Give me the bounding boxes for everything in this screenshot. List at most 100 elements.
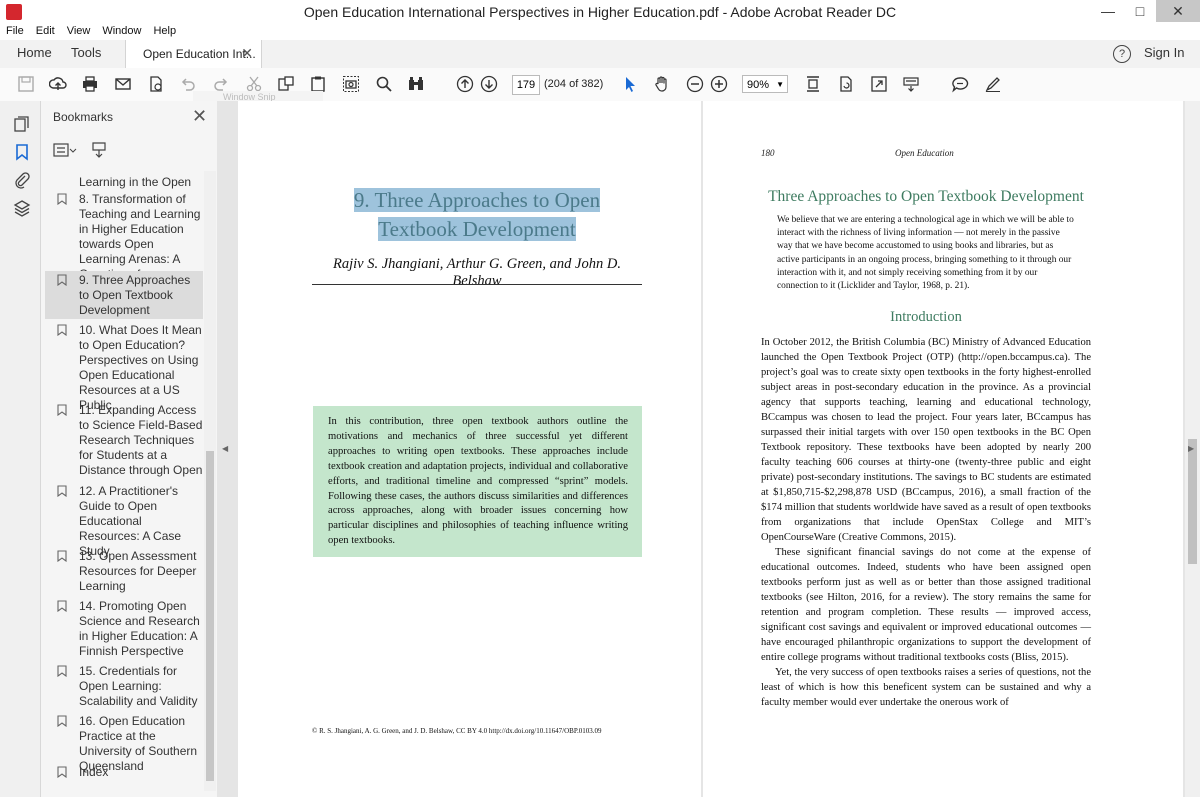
chapter-title-line2: Textbook Development	[378, 217, 576, 241]
minimize-icon[interactable]: —	[1092, 0, 1124, 22]
bookmark-flag-icon	[57, 665, 67, 677]
bookmark-item[interactable]: 11. Expanding Access to Science Field-Ba…	[45, 402, 203, 480]
scrollbar-thumb[interactable]	[206, 451, 214, 781]
snapshot-icon[interactable]	[341, 74, 361, 94]
highlight-pen-icon[interactable]	[983, 74, 1003, 94]
page-count: (204 of 382)	[544, 78, 604, 90]
bookmarks-title: Bookmarks	[53, 110, 114, 124]
close-window-icon[interactable]: ✕	[1156, 0, 1200, 22]
chevron-down-icon: ▼	[776, 80, 784, 89]
bookmark-label: Learning in the Open	[79, 175, 192, 189]
search-icon[interactable]	[374, 74, 394, 94]
bookmark-flag-icon	[57, 404, 67, 416]
chapter-title-line1: 9. Three Approaches to Open	[353, 188, 601, 212]
close-tab-icon[interactable]: ✕	[241, 45, 253, 62]
zoom-out-icon[interactable]	[685, 74, 705, 94]
page-number: 180	[761, 148, 775, 158]
hand-tool-icon[interactable]	[652, 74, 672, 94]
maximize-icon[interactable]: □	[1124, 0, 1156, 22]
menu-window[interactable]: Window	[96, 24, 147, 40]
page-number-input[interactable]: 179	[512, 75, 540, 95]
secure-doc-icon[interactable]	[146, 74, 166, 94]
rotate-icon[interactable]	[836, 74, 856, 94]
tab-document-label: Open Education Int...	[143, 47, 256, 61]
bookmark-item[interactable]: 14. Promoting Open Science and Research …	[45, 598, 203, 660]
collapse-left-icon[interactable]: ◀	[222, 444, 228, 453]
menu-help[interactable]: Help	[147, 24, 182, 40]
bookmark-flag-icon	[57, 485, 67, 497]
chapter-title: 9. Three Approaches to Open Textbook Dev…	[312, 186, 642, 244]
bookmark-flag-icon	[57, 324, 67, 336]
bookmark-label: 14. Promoting Open Science and Research …	[79, 599, 200, 658]
email-icon[interactable]	[113, 74, 133, 94]
previous-page-icon[interactable]	[455, 74, 475, 94]
expand-bookmark-icon[interactable]	[90, 141, 108, 159]
bookmarks-icon[interactable]	[13, 143, 31, 161]
bookmark-item[interactable]: Index	[45, 764, 203, 782]
full-screen-icon[interactable]	[869, 74, 889, 94]
epigraph-quote: We believe that we are entering a techno…	[777, 215, 1074, 292]
bookmark-item[interactable]: 15. Credentials for Open Learning: Scala…	[45, 663, 203, 711]
chapter-abstract: In this contribution, three open textboo…	[313, 406, 642, 557]
bookmark-flag-icon	[57, 715, 67, 727]
attachments-icon[interactable]	[13, 171, 31, 189]
title-bar: Open Education International Perspective…	[0, 0, 1200, 25]
scrollbar-thumb[interactable]	[1188, 439, 1197, 564]
find-binoculars-icon[interactable]	[406, 74, 426, 94]
page-thumbnails-icon[interactable]	[13, 115, 31, 133]
bookmarks-scrollbar[interactable]	[204, 171, 216, 791]
menu-view[interactable]: View	[61, 24, 97, 40]
keyboard-icon[interactable]	[901, 74, 921, 94]
navigation-rail	[0, 101, 41, 797]
sign-in-link[interactable]: Sign In	[1144, 45, 1184, 60]
bookmark-flag-icon	[57, 193, 67, 205]
title-divider	[312, 284, 642, 285]
bookmark-item[interactable]: 13. Open Assessment Resources for Deeper…	[45, 548, 203, 596]
close-panel-icon[interactable]: ✕	[192, 106, 207, 127]
select-cursor-icon[interactable]	[620, 74, 640, 94]
tab-home[interactable]: Home	[17, 45, 52, 60]
bookmark-label: 13. Open Assessment Resources for Deeper…	[79, 549, 197, 593]
bookmarks-panel: Bookmarks ✕ Learning in the Open 8. Tran…	[41, 101, 218, 797]
paragraph: In October 2012, the British Columbia (B…	[761, 337, 1091, 543]
menu-file[interactable]: File	[0, 24, 30, 40]
window-controls: — □ ✕	[1092, 0, 1200, 22]
paragraph: These significant financial savings do n…	[761, 547, 1091, 663]
cloud-upload-icon[interactable]	[48, 74, 68, 94]
bookmark-flag-icon	[57, 550, 67, 562]
bookmark-item[interactable]: 10. What Does It Mean to Open Education?…	[45, 322, 203, 412]
bookmark-label: Index	[79, 765, 109, 779]
bookmark-item-selected[interactable]: 9. Three Approaches to Open Textbook Dev…	[45, 271, 203, 319]
next-page-icon[interactable]	[479, 74, 499, 94]
bookmark-label: 10. What Does It Mean to Open Education?…	[79, 323, 202, 412]
print-icon[interactable]	[80, 74, 100, 94]
zoom-in-icon[interactable]	[709, 74, 729, 94]
body-text: In October 2012, the British Columbia (B…	[761, 335, 1091, 710]
comment-icon[interactable]	[950, 74, 970, 94]
menu-bar: File Edit View Window Help	[0, 24, 1200, 40]
help-icon[interactable]: ?	[1113, 45, 1131, 63]
tab-document[interactable]: Open Education Int... ✕	[125, 40, 262, 68]
zoom-select[interactable]: 90% ▼	[742, 75, 788, 93]
window-title: Open Education International Perspective…	[303, 4, 897, 20]
tabs-bar: Home Tools Open Education Int... ✕	[0, 40, 1200, 69]
introduction-heading: Introduction	[890, 309, 962, 325]
menu-edit[interactable]: Edit	[30, 24, 61, 40]
bookmark-flag-icon	[57, 600, 67, 612]
bookmark-options-icon[interactable]	[53, 143, 77, 157]
bookmark-item[interactable]: Learning in the Open	[45, 173, 203, 191]
bookmark-flag-icon	[57, 766, 67, 778]
bookmark-label: 8. Transformation of Teaching and Learni…	[79, 192, 201, 281]
bookmark-item[interactable]: 12. A Practitioner's Guide to Open Educa…	[45, 483, 203, 558]
bookmark-item[interactable]: 16. Open Education Practice at the Unive…	[45, 713, 203, 773]
tab-tools[interactable]: Tools	[71, 45, 101, 60]
layers-icon[interactable]	[13, 199, 31, 217]
save-icon[interactable]	[16, 74, 36, 94]
fit-page-icon[interactable]	[803, 74, 823, 94]
collapse-right-icon[interactable]: ▶	[1188, 444, 1194, 453]
bookmark-label: 9. Three Approaches to Open Textbook Dev…	[79, 273, 191, 317]
paragraph: Yet, the very success of open textbooks …	[761, 667, 1091, 708]
bookmark-item[interactable]: 8. Transformation of Teaching and Learni…	[45, 191, 203, 281]
bookmark-list: Learning in the Open 8. Transformation o…	[45, 171, 203, 791]
zoom-value: 90%	[747, 79, 770, 91]
